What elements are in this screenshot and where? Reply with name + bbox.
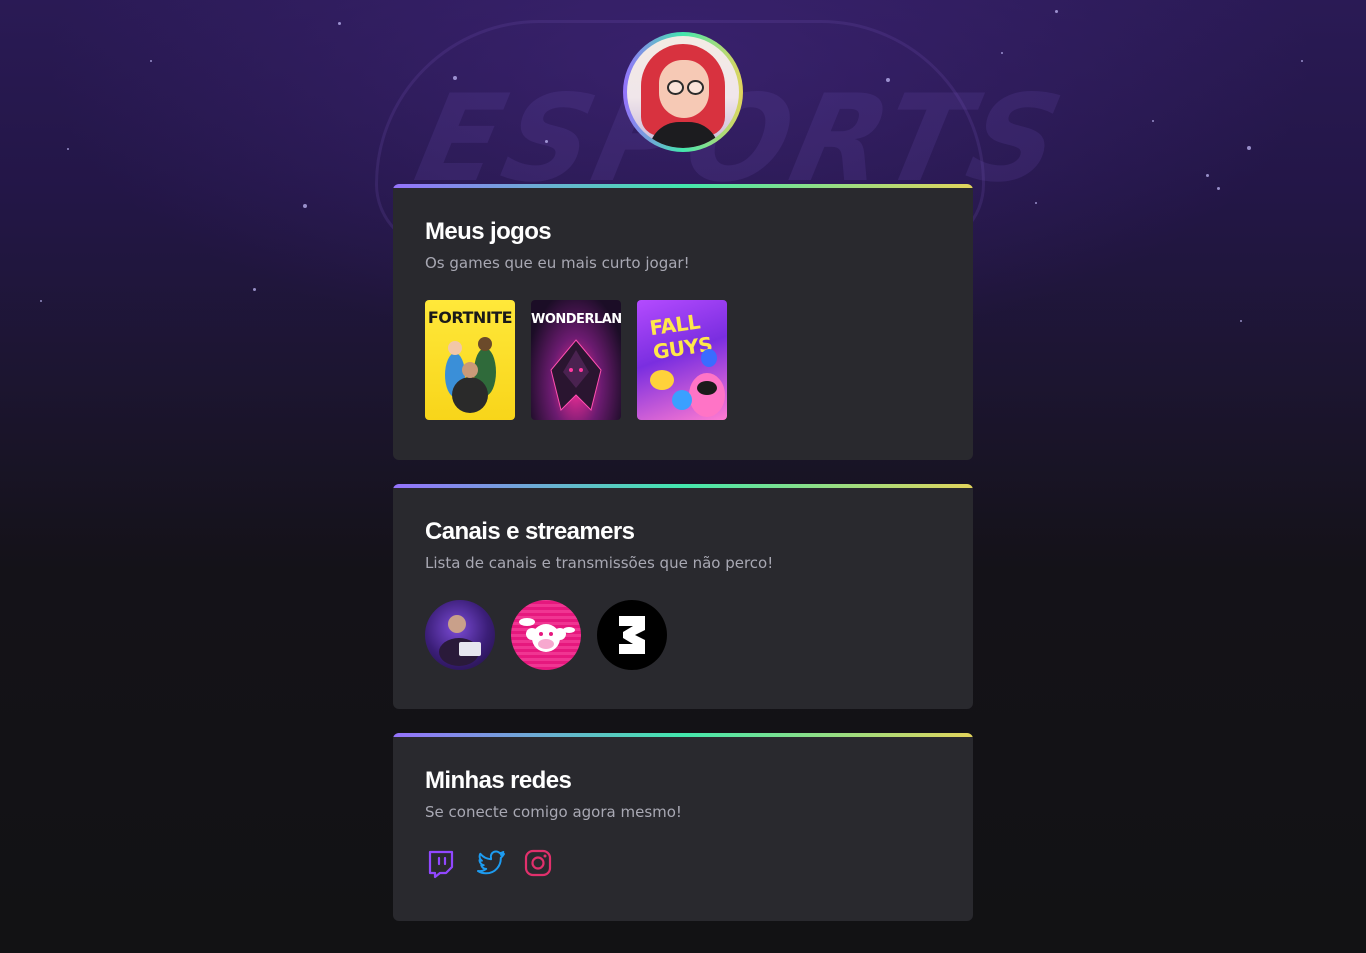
fortnite-cover-art	[445, 337, 496, 413]
star	[886, 78, 890, 82]
star	[1152, 120, 1154, 122]
channel-logo-icon	[619, 616, 645, 654]
instagram-link[interactable]	[522, 847, 554, 879]
instagram-icon	[524, 849, 552, 877]
games-title: Meus jogos	[425, 218, 552, 245]
social-card: Minhas redes Se conecte comigo agora mes…	[393, 733, 973, 921]
game-fortnite[interactable]: FORTNITE	[425, 300, 515, 420]
twitter-link[interactable]	[475, 847, 507, 879]
star	[1001, 52, 1003, 54]
star	[1240, 320, 1242, 322]
channels-title: Canais e streamers	[425, 518, 635, 545]
channel-streamer-avatar[interactable]	[425, 600, 495, 670]
star	[338, 22, 341, 25]
star	[1301, 60, 1303, 62]
star	[453, 76, 457, 80]
avatar-glasses-left	[667, 80, 684, 95]
star	[67, 148, 69, 150]
dragon-icon	[550, 339, 602, 411]
twitter-icon	[477, 850, 505, 875]
star	[303, 204, 307, 208]
star	[253, 288, 256, 291]
star	[1035, 202, 1037, 204]
fall-guys-cover-art	[650, 349, 725, 417]
social-subtitle: Se conecte comigo agora mesmo!	[425, 803, 682, 821]
star	[1206, 174, 1209, 177]
twitch-link[interactable]	[425, 847, 457, 879]
games-subtitle: Os games que eu mais curto jogar!	[425, 254, 690, 272]
channel-monkey[interactable]	[511, 600, 581, 670]
star	[545, 140, 548, 143]
game-wonderlands[interactable]: WONDERLANDS	[531, 300, 621, 420]
star	[1247, 146, 1251, 150]
monkey-logo-icon	[519, 618, 575, 652]
game-fall-guys[interactable]: FALL GUYS	[637, 300, 727, 420]
twitch-icon	[428, 850, 454, 879]
channel-logo[interactable]	[597, 600, 667, 670]
profile-avatar	[623, 32, 743, 152]
games-card: Meus jogos Os games que eu mais curto jo…	[393, 184, 973, 460]
social-title: Minhas redes	[425, 767, 572, 794]
avatar-illustration	[627, 36, 739, 148]
star	[40, 300, 42, 302]
star	[1217, 187, 1220, 190]
channels-subtitle: Lista de canais e transmissões que não p…	[425, 554, 774, 572]
channels-card: Canais e streamers Lista de canais e tra…	[393, 484, 973, 709]
streamer-avatar-icon	[439, 615, 481, 666]
star	[1055, 10, 1058, 13]
star	[150, 60, 152, 62]
avatar-glasses-right	[687, 80, 704, 95]
